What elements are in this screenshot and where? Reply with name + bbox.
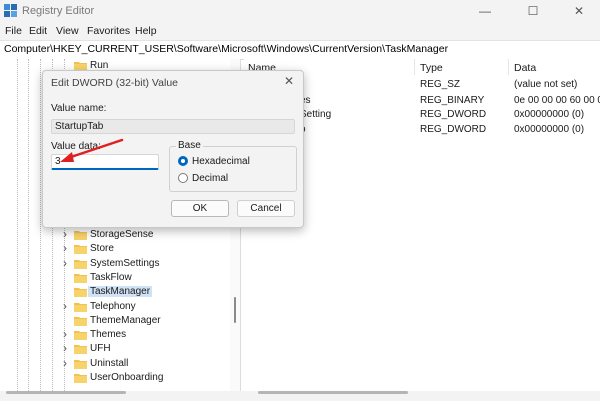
value-data: 0x00000000 (0) <box>514 109 585 120</box>
chevron-right-icon[interactable]: › <box>63 327 67 341</box>
tree-item-label: StorageSense <box>90 229 154 240</box>
tree-item-thememanager[interactable]: ThemeManager <box>0 314 230 328</box>
radio-unselected-icon[interactable] <box>178 173 188 183</box>
column-separator[interactable] <box>414 59 415 75</box>
base-groupbox: Base Hexadecimal Decimal <box>169 140 297 192</box>
tree-item-telephony[interactable]: › Telephony <box>0 299 230 314</box>
list-horizontal-scroll-thumb[interactable] <box>258 391 408 394</box>
annotation-arrow-icon <box>60 138 124 162</box>
tree-item-label: Telephony <box>90 300 136 312</box>
chevron-right-icon[interactable]: › <box>63 341 67 355</box>
tree-item-themes[interactable]: › Themes <box>0 327 230 342</box>
column-separator[interactable] <box>508 59 509 75</box>
value-type: REG_DWORD <box>420 124 487 135</box>
tree-item-label: Store <box>90 243 114 255</box>
minimize-button[interactable]: — <box>462 0 508 22</box>
folder-icon <box>74 273 87 283</box>
folder-icon <box>74 345 87 355</box>
dialog-title: Edit DWORD (32-bit) Value <box>51 77 179 89</box>
tree-item-label: UFH <box>90 343 111 355</box>
menu-edit[interactable]: Edit <box>29 25 47 37</box>
tree-item-label: ThemeManager <box>90 314 161 326</box>
tree-item-taskmanager[interactable]: TaskManager <box>0 285 230 299</box>
tree-item-systemsettings[interactable]: › SystemSettings <box>0 256 230 271</box>
value-data: 0x00000000 (0) <box>514 124 585 135</box>
menu-bar: File Edit View Favorites Help <box>0 22 600 40</box>
close-button[interactable]: ✕ <box>556 0 600 22</box>
value-type: REG_BINARY <box>420 95 485 106</box>
chevron-right-icon[interactable]: › <box>63 299 67 313</box>
value-type: REG_DWORD <box>420 109 487 120</box>
address-bar[interactable]: Computer\HKEY_CURRENT_USER\Software\Micr… <box>0 40 600 60</box>
column-header-type[interactable]: Type <box>420 62 443 74</box>
tree-item-label: Themes <box>90 329 127 341</box>
tree-item-label: TaskFlow <box>90 271 132 283</box>
value-name-field[interactable]: StartupTab <box>51 119 295 134</box>
folder-icon <box>74 288 87 298</box>
chevron-right-icon[interactable]: › <box>63 356 67 370</box>
registry-icon <box>4 4 17 17</box>
tree-item-label: SystemSettings <box>90 257 160 269</box>
maximize-button[interactable]: ☐ <box>510 0 556 22</box>
tree-item-label: UserOnboarding <box>90 372 164 383</box>
title-bar: Registry Editor — ☐ ✕ <box>0 0 600 22</box>
tree-item-label: Uninstall <box>90 357 129 369</box>
window-title: Registry Editor <box>22 5 95 17</box>
value-name-label: Value name: <box>51 103 107 114</box>
chevron-right-icon[interactable]: › <box>63 241 67 255</box>
menu-favorites[interactable]: Favorites <box>87 25 130 37</box>
tree-item-taskflow[interactable]: TaskFlow <box>0 271 230 285</box>
value-data: (value not set) <box>514 79 578 90</box>
menu-file[interactable]: File <box>5 25 22 37</box>
address-path[interactable]: Computer\HKEY_CURRENT_USER\Software\Micr… <box>4 43 448 55</box>
radio-label: Hexadecimal <box>192 156 250 167</box>
dialog-close-button[interactable]: ✕ <box>281 74 297 88</box>
folder-icon <box>74 231 87 240</box>
folder-icon <box>74 245 87 255</box>
tree-item-uninstall[interactable]: › Uninstall <box>0 356 230 371</box>
value-type: REG_SZ <box>420 79 461 90</box>
folder-icon <box>74 374 87 383</box>
radio-selected-icon[interactable] <box>178 156 188 166</box>
value-data: 0e 00 00 00 60 00 00 00 <box>514 95 600 106</box>
ok-button[interactable]: OK <box>171 200 229 217</box>
folder-icon <box>74 259 87 269</box>
menu-help[interactable]: Help <box>135 25 157 37</box>
folder-icon <box>74 331 87 341</box>
tree-item-label: TaskManager <box>88 286 153 298</box>
tree-item-ufh[interactable]: › UFH <box>0 341 230 356</box>
radio-label: Decimal <box>192 173 229 184</box>
base-label: Base <box>176 140 203 151</box>
folder-icon <box>74 302 87 312</box>
tree-scroll-thumb[interactable] <box>234 297 236 323</box>
menu-view[interactable]: View <box>56 25 79 37</box>
tree-item-useronboarding[interactable]: UserOnboarding <box>0 371 230 385</box>
chevron-right-icon[interactable]: › <box>63 227 67 241</box>
value-name: Setting <box>300 109 332 120</box>
folder-icon <box>74 359 87 369</box>
chevron-right-icon[interactable]: › <box>63 256 67 270</box>
tree-item-storagesense[interactable]: › StorageSense <box>0 227 230 242</box>
cancel-button[interactable]: Cancel <box>237 200 295 217</box>
tree-item-store[interactable]: › Store <box>0 241 230 256</box>
tree-horizontal-scroll-thumb[interactable] <box>6 391 126 394</box>
folder-icon <box>74 316 87 326</box>
column-header-data[interactable]: Data <box>514 62 536 74</box>
